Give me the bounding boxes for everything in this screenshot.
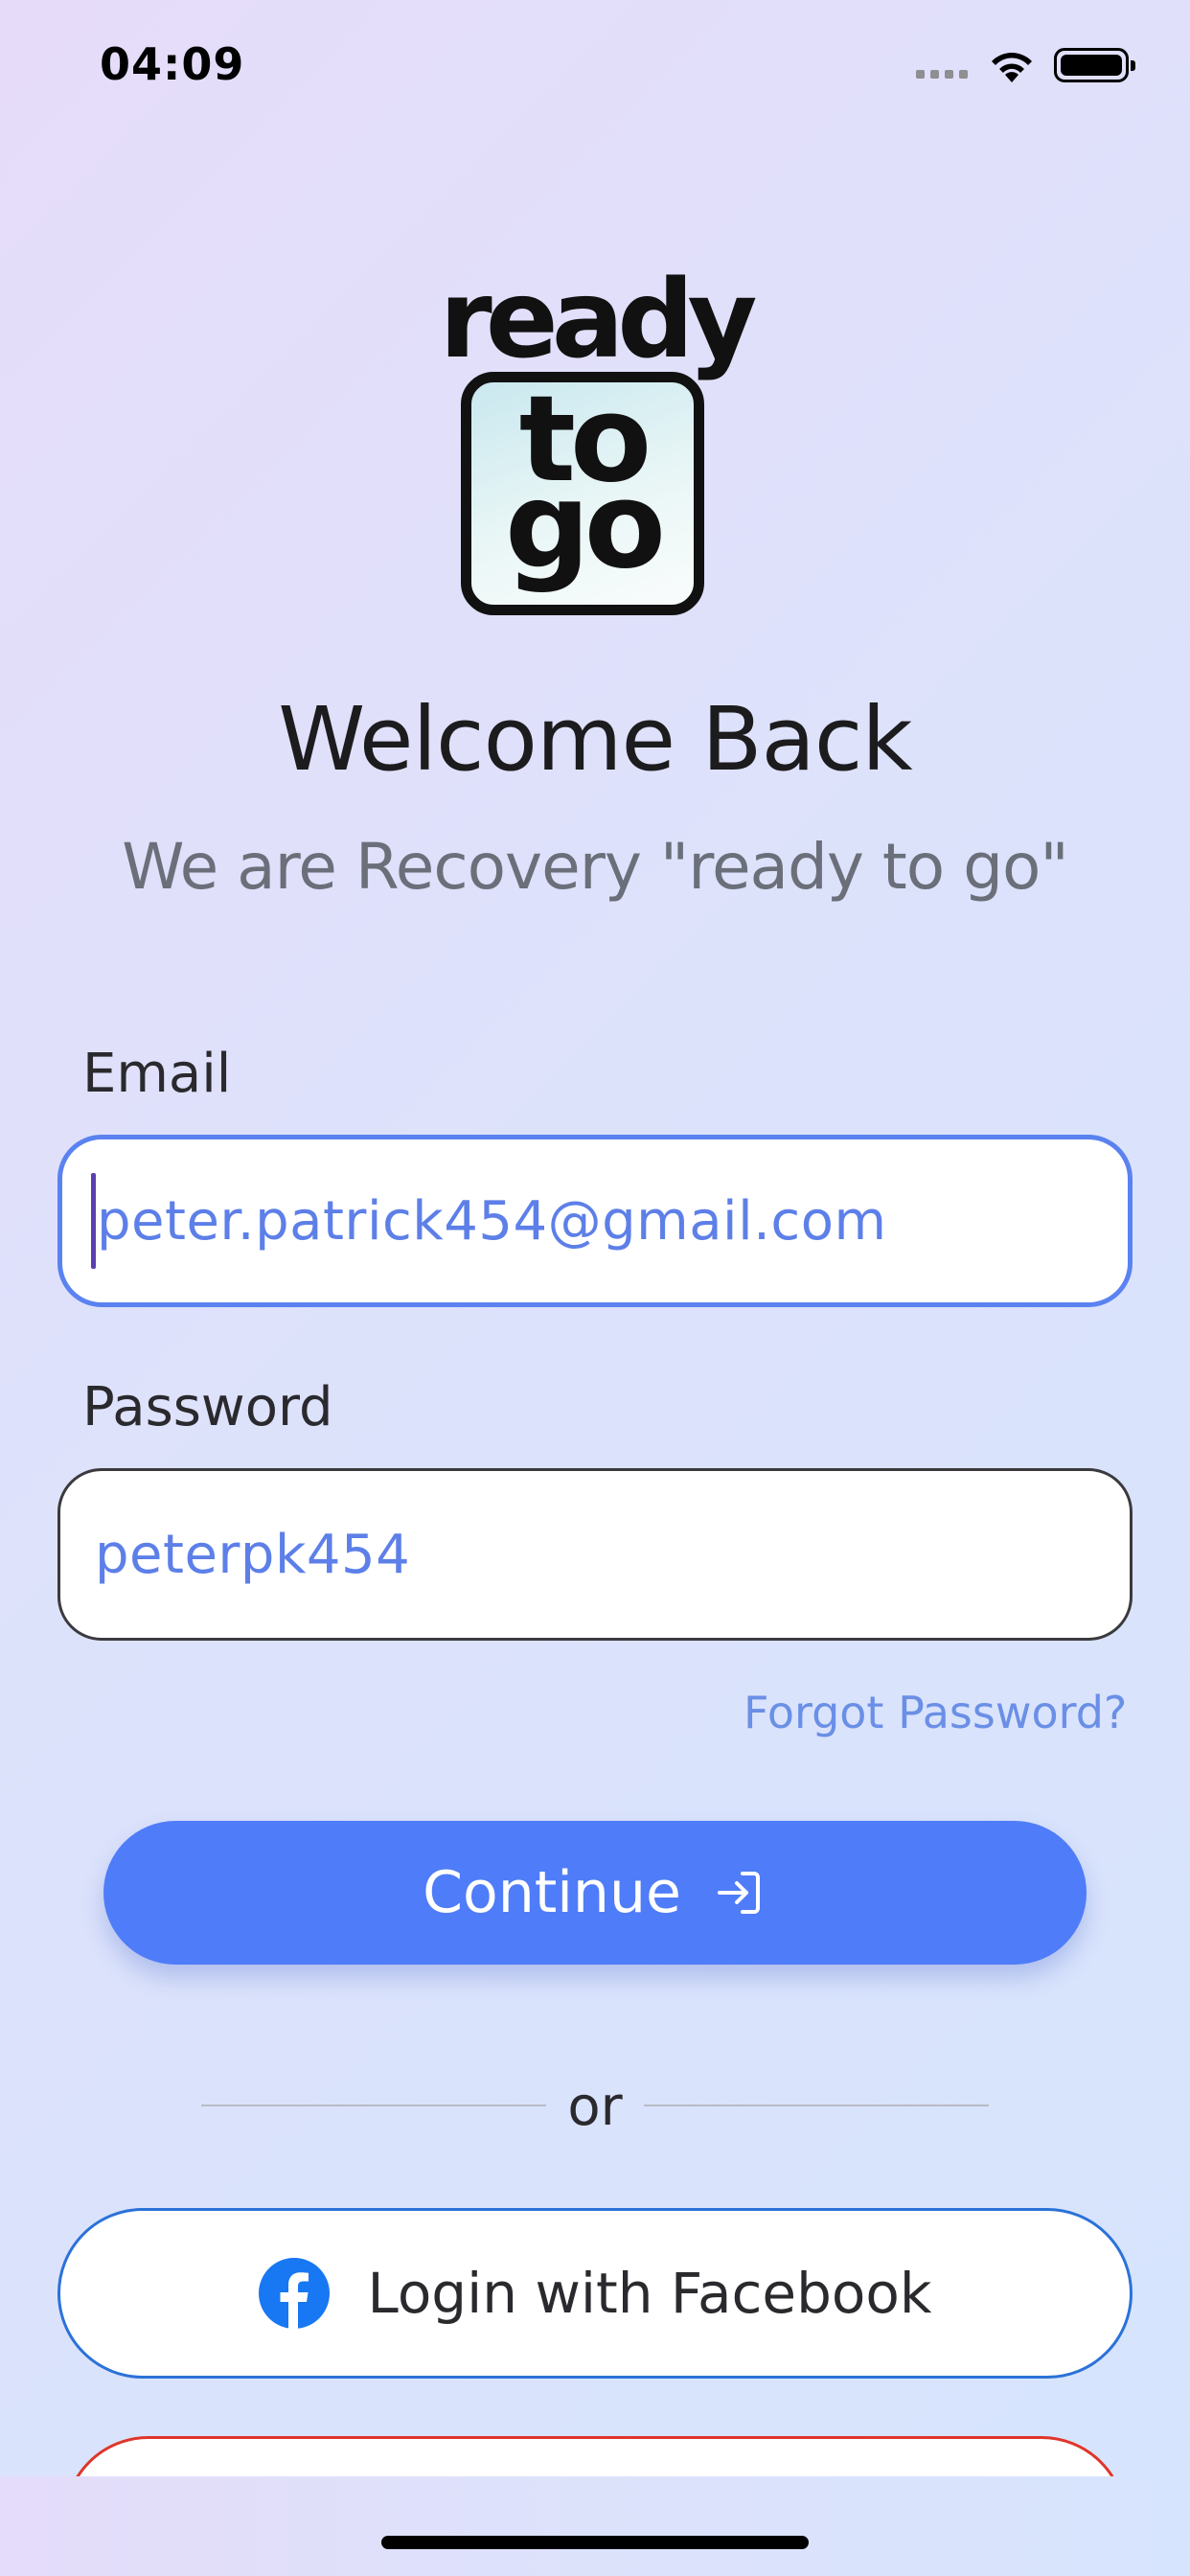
- divider-or: or: [567, 2076, 623, 2138]
- password-field[interactable]: peterpk454: [57, 1468, 1133, 1641]
- text-cursor: [91, 1173, 96, 1269]
- app-logo: ready to go: [426, 266, 764, 617]
- continue-label: Continue: [423, 1859, 681, 1926]
- login-arrow-icon: [717, 1872, 760, 1914]
- continue-button[interactable]: Continue: [103, 1821, 1087, 1965]
- password-value: peterpk454: [95, 1523, 411, 1586]
- forgot-password-link[interactable]: Forgot Password?: [744, 1687, 1127, 1738]
- status-bar: 04:09: [0, 0, 1190, 134]
- wifi-icon: [992, 53, 1032, 82]
- facebook-icon: [258, 2258, 330, 2329]
- logo-text-ready: ready: [439, 258, 758, 382]
- divider-line-right: [644, 2104, 989, 2106]
- logo-text-go: go: [505, 457, 666, 595]
- logo-box: to go: [461, 372, 704, 615]
- bottom-safe-area: [0, 2476, 1190, 2576]
- email-label: Email: [82, 1043, 232, 1105]
- page-title: Welcome Back: [278, 688, 912, 791]
- cellular-signal-icon: [916, 70, 968, 79]
- status-time: 04:09: [100, 38, 245, 90]
- facebook-login-button[interactable]: Login with Facebook: [57, 2208, 1133, 2379]
- home-indicator: [381, 2536, 809, 2549]
- facebook-login-label: Login with Facebook: [367, 2261, 932, 2326]
- battery-icon: [1054, 48, 1135, 82]
- email-value: peter.patrick454@gmail.com: [97, 1189, 887, 1253]
- password-label: Password: [82, 1376, 333, 1438]
- email-field[interactable]: peter.patrick454@gmail.com: [57, 1135, 1133, 1307]
- page-subtitle: We are Recovery "ready to go": [122, 830, 1069, 904]
